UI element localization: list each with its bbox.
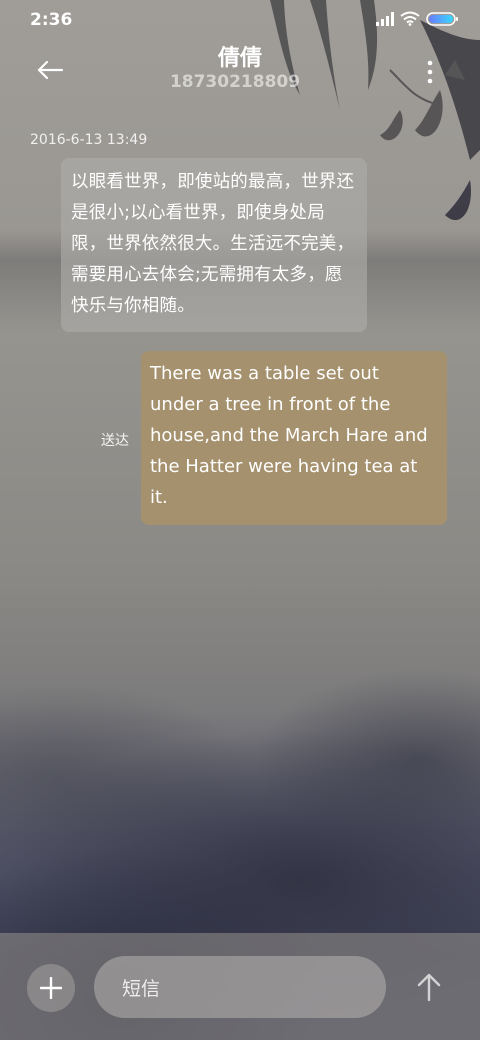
- more-options-button[interactable]: [424, 58, 436, 86]
- contact-name: 倩倩: [217, 46, 262, 71]
- incoming-message-bubble[interactable]: 以眼看世界，即使站的最高，世界还是很小;以心看世界，即使身处局限，世界依然很大。…: [61, 158, 367, 332]
- signal-icon: [376, 11, 394, 26]
- status-time: 2:36: [30, 10, 73, 30]
- delivery-status: 送达: [101, 433, 129, 449]
- wifi-icon: [400, 11, 420, 26]
- outgoing-message-bubble[interactable]: There was a table set out under a tree i…: [141, 351, 447, 525]
- status-bar: 2:36: [0, 0, 480, 40]
- sms-input[interactable]: 短信: [94, 956, 386, 1018]
- send-button[interactable]: [410, 967, 448, 1007]
- message-timestamp: 2016-6-13 13:49: [30, 132, 148, 148]
- message-composer: 短信: [0, 933, 480, 1040]
- contact-number: 18730218809: [169, 72, 301, 92]
- arrow-up-icon: [417, 973, 441, 1001]
- more-vertical-icon: [427, 60, 433, 84]
- battery-icon: [426, 11, 458, 26]
- status-icons: [376, 11, 458, 26]
- add-attachment-button[interactable]: [27, 964, 75, 1012]
- plus-icon: [40, 977, 62, 999]
